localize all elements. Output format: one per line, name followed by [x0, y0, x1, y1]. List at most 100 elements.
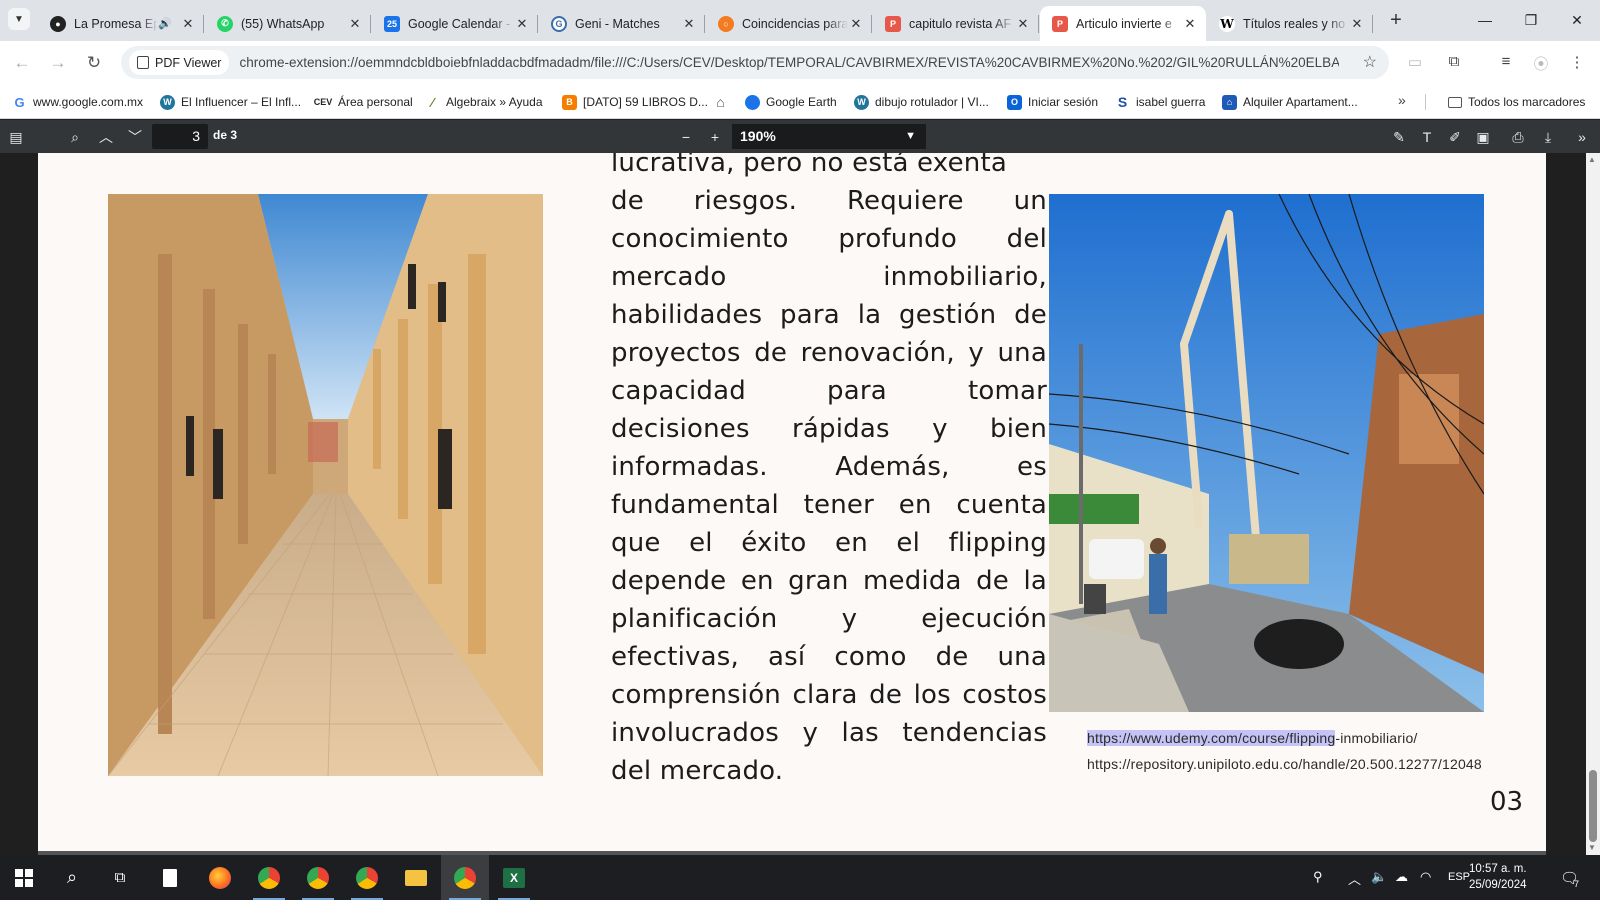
speaker-icon[interactable]: 🔊	[158, 17, 172, 30]
close-icon[interactable]: ✕	[1182, 16, 1198, 32]
bookmark-label: www.google.com.mx	[33, 95, 144, 109]
system-clock[interactable]: 10:57 a. m. 25/09/2024	[1469, 861, 1527, 893]
tab-articulo-invierte[interactable]: P Articulo invierte e ✕	[1040, 6, 1206, 41]
media-control-icon[interactable]: ≡	[1495, 53, 1517, 73]
site-info-chip[interactable]: PDF Viewer	[129, 50, 230, 75]
all-bookmarks-folder[interactable]: Todos los marcadores	[1448, 92, 1585, 112]
chrome-profile-button[interactable]	[294, 855, 342, 900]
bookmark-label: Google Earth	[766, 95, 837, 109]
tab-google-calendar[interactable]: 25 Google Calendar - ✕	[372, 6, 538, 41]
highlighted-link-text[interactable]: https://www.udemy.com/course/flipping	[1087, 730, 1336, 746]
volume-icon[interactable]: 🔈	[1371, 869, 1387, 885]
scroll-down-arrow-icon[interactable]: ▼	[1588, 843, 1596, 852]
tab-coincidencias[interactable]: ○ Coincidencias para ✕	[706, 6, 872, 41]
more-actions-icon[interactable]: »	[1572, 127, 1592, 147]
firefox-icon	[209, 866, 231, 889]
close-icon[interactable]: ✕	[514, 16, 530, 32]
extension-icon[interactable]: ▭	[1404, 53, 1426, 73]
forward-button[interactable]: →	[44, 49, 72, 77]
tab-capitulo-revista[interactable]: P capitulo revista AF ✕	[873, 6, 1039, 41]
notepad-button[interactable]	[146, 855, 194, 900]
close-icon[interactable]: ✕	[180, 16, 196, 32]
url-text[interactable]: chrome-extension://oemmndcbldboiebfnladd…	[239, 55, 1339, 70]
site-chip-label: PDF Viewer	[155, 55, 222, 70]
bookmark-area-personal[interactable]: CEV Área personal	[314, 92, 413, 112]
draw-icon[interactable]: ✐	[1445, 127, 1465, 147]
reload-button[interactable]: ↻	[80, 49, 108, 77]
windows-logo-icon	[15, 868, 33, 887]
tab-la-promesa[interactable]: ● La Promesa Ep 🔊 ✕	[38, 6, 204, 41]
next-page-icon[interactable]: ﹀	[125, 127, 145, 147]
tab-whatsapp[interactable]: ✆ (55) WhatsApp ✕	[205, 6, 371, 41]
new-tab-button[interactable]: +	[1384, 9, 1408, 33]
bookmark-el-influencer[interactable]: W El Influencer – El Infl...	[160, 92, 301, 112]
bookmark-google-earth[interactable]: Google Earth	[745, 92, 837, 112]
onedrive-icon[interactable]: ☁	[1395, 869, 1408, 885]
save-icon[interactable]: ⤓	[1538, 127, 1558, 147]
print-icon[interactable]: ⎙	[1508, 127, 1528, 147]
start-button[interactable]	[0, 855, 48, 900]
promesa-icon: ●	[50, 15, 66, 32]
back-button[interactable]: ←	[8, 49, 36, 77]
zoom-in-icon[interactable]: +	[705, 127, 725, 147]
bookmark-google[interactable]: G www.google.com.mx	[12, 92, 143, 112]
search-button[interactable]: ⌕	[48, 855, 96, 900]
image-icon[interactable]: ▣	[1473, 127, 1493, 147]
close-icon[interactable]: ✕	[347, 16, 363, 32]
zoom-out-icon[interactable]: −	[676, 127, 696, 147]
close-icon[interactable]: ✕	[1015, 16, 1031, 32]
s-icon: S	[1117, 94, 1128, 110]
zoom-level-select[interactable]: 190% ▼	[732, 124, 926, 149]
task-view-button[interactable]: ⧉	[96, 855, 144, 900]
tab-titulos-reales[interactable]: W Títulos reales y no ✕	[1207, 6, 1373, 41]
extensions-puzzle-icon[interactable]: ⧉	[1443, 53, 1465, 73]
chrome-cev-button[interactable]	[343, 855, 391, 900]
tab-search-button[interactable]: ▼	[8, 8, 30, 30]
bookmark-algebraix[interactable]: ⁄ Algebraix » Ayuda	[425, 92, 542, 112]
text-tool-icon[interactable]: T	[1417, 127, 1437, 147]
search-icon[interactable]: ⌕	[65, 127, 85, 147]
close-icon[interactable]: ✕	[1349, 16, 1365, 32]
profile-icon[interactable]: ⦿	[1530, 53, 1552, 73]
close-icon[interactable]: ✕	[681, 16, 697, 32]
firefox-button[interactable]	[196, 855, 244, 900]
minimize-button[interactable]: —	[1462, 6, 1508, 34]
close-icon[interactable]: ✕	[848, 16, 864, 32]
previous-page-icon[interactable]: ︿	[96, 127, 116, 147]
more-bookmarks-chevron-icon[interactable]: »	[1398, 92, 1406, 108]
scroll-up-arrow-icon[interactable]: ▲	[1588, 155, 1596, 164]
tab-geni[interactable]: G Geni - Matches ✕	[539, 6, 705, 41]
scrollbar-thumb[interactable]	[1589, 770, 1597, 842]
wifi-icon[interactable]: ◠	[1420, 869, 1431, 885]
chrome-button[interactable]	[245, 855, 293, 900]
bookmark-label: Iniciar sesión	[1028, 95, 1099, 109]
link-text-rest[interactable]: -inmobiliario/	[1335, 730, 1417, 746]
close-window-button[interactable]: ✕	[1554, 6, 1600, 34]
chevron-up-icon[interactable]: ︿	[1348, 869, 1361, 888]
bookmark-alquiler[interactable]: ⌂ Alquiler Apartament...	[1222, 92, 1358, 112]
language-indicator[interactable]: ESP	[1448, 871, 1470, 883]
file-explorer-button[interactable]	[392, 855, 440, 900]
chrome-active-button[interactable]	[441, 855, 489, 900]
excel-button[interactable]: X	[490, 855, 538, 900]
bookmark-dato-libros[interactable]: B [DATO] 59 LIBROS D...	[562, 92, 708, 112]
reference-link-udemy[interactable]: https://www.udemy.com/course/flipping-in…	[1087, 730, 1418, 746]
vertical-scrollbar[interactable]: ▲ ▼	[1586, 153, 1600, 855]
blogger-icon: B	[562, 94, 577, 110]
page-number-input[interactable]: 3	[152, 124, 208, 149]
hallway-illustration	[108, 194, 543, 776]
address-bar[interactable]: PDF Viewer chrome-extension://oemmndcbld…	[121, 46, 1389, 79]
highlight-pen-icon[interactable]: ✎	[1389, 127, 1409, 147]
viewport-margin-left	[0, 153, 38, 855]
menu-icon[interactable]: ⋮	[1566, 53, 1588, 73]
sidebar-toggle-icon[interactable]: ▤	[6, 127, 26, 147]
people-icon[interactable]: ⚲	[1313, 869, 1323, 885]
bookmark-home[interactable]: ⌂	[713, 92, 734, 112]
bookmark-isabel-guerra[interactable]: S isabel guerra	[1115, 92, 1206, 112]
geni-icon: G	[551, 15, 567, 32]
bookmark-star-icon[interactable]: ☆	[1363, 52, 1377, 72]
reference-link-unipiloto[interactable]: https://repository.unipiloto.edu.co/hand…	[1087, 756, 1482, 772]
bookmark-iniciar-sesion[interactable]: O Iniciar sesión	[1007, 92, 1098, 112]
restore-button[interactable]: ❐	[1508, 6, 1554, 34]
bookmark-dibujo-rotulador[interactable]: W dibujo rotulador | VI...	[854, 92, 989, 112]
